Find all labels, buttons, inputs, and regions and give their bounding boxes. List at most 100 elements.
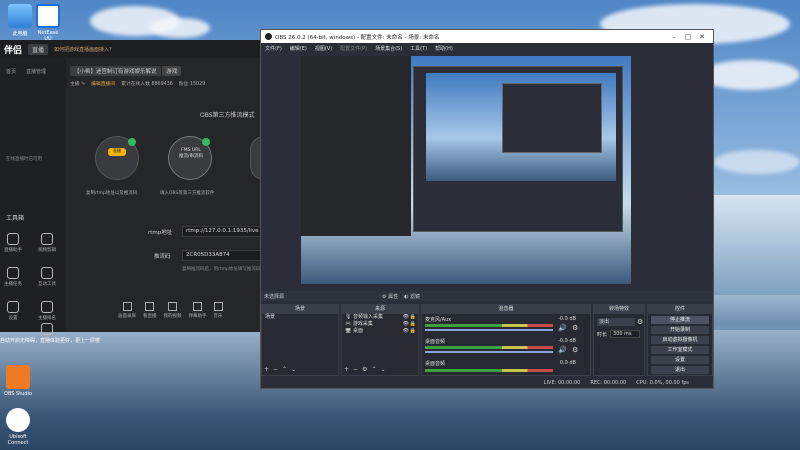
footer-action-record[interactable]: 画面录屏 [118, 302, 136, 319]
desktop-icon-ubisoft[interactable]: Ubisoft Connect [0, 408, 36, 446]
rtmp-field[interactable]: rtmp://127.0.0.1:1935/live [182, 226, 264, 237]
virtual-camera-button[interactable]: 启动虚拟摄像机 [651, 336, 709, 344]
eye-icon[interactable]: 👁 [403, 321, 409, 328]
gear-icon[interactable]: ⚙ [572, 324, 578, 332]
properties-label: 属性 [388, 293, 399, 300]
filters-button[interactable]: ◐ 滤镜 [404, 293, 420, 300]
copy-hint: 复制推流码后，到rtmp地址填写推流码，下方... [182, 267, 264, 272]
scenes-header: 场景 [262, 305, 338, 314]
sidebar-item-assistant[interactable]: 直播助手 [3, 233, 23, 253]
down-icon[interactable]: ⌄ [380, 366, 385, 373]
eye-icon[interactable]: 👁 [403, 314, 409, 321]
footer-action-watch[interactable]: 看直播 [143, 302, 157, 319]
check-icon [202, 138, 210, 146]
lock-icon[interactable]: 🔒 [410, 314, 416, 321]
transition-select[interactable]: 淡出 [597, 318, 635, 326]
step-one-badge: 直播 [108, 148, 126, 156]
room-badge[interactable]: 游戏 [162, 66, 182, 76]
mic-icon: 🎙 [345, 314, 353, 320]
preview-canvas[interactable] [301, 56, 631, 284]
volume-slider[interactable] [425, 351, 553, 353]
rtmp-label: rtmp地址 [148, 230, 173, 236]
footer-action-music[interactable]: 音乐 [213, 302, 223, 319]
preview-nested-app [301, 56, 411, 236]
record-icon [122, 302, 132, 311]
menu-view[interactable]: 视图(V) [315, 45, 332, 52]
gear-icon[interactable]: ⚙ [362, 366, 367, 373]
scene-item[interactable]: 场景 [262, 314, 338, 321]
sidebar-item-prompter[interactable] [37, 323, 57, 337]
studio-mode-button[interactable]: 工作室模式 [651, 346, 709, 354]
down-icon[interactable]: ⌄ [291, 366, 296, 373]
menu-profile[interactable]: 配置文件(P) [340, 45, 367, 52]
lock-icon[interactable]: 🔒 [410, 321, 416, 328]
gear-icon[interactable]: ⚙ [637, 318, 643, 326]
nav-label: 视频剪辑 [38, 248, 56, 253]
check-icon [128, 138, 136, 146]
volume-meter [425, 324, 553, 327]
sidebar-item-tasks[interactable]: 主播任务 [3, 267, 23, 287]
menu-help[interactable]: 帮助(H) [435, 45, 453, 52]
desktop-icon-uu[interactable]: NetEase UU [30, 4, 66, 42]
remove-icon[interactable]: − [273, 366, 278, 373]
sidebar-item-video[interactable]: 视频剪辑 [37, 233, 57, 253]
controls-dock: 控件 停止推流 开始录制 启动虚拟摄像机 工作室模式 设置 退出 [647, 304, 713, 376]
tab-manage[interactable]: 直播管理 [26, 68, 46, 75]
add-icon[interactable]: + [264, 366, 269, 373]
start-recording-button[interactable]: 开始录制 [651, 326, 709, 334]
exit-button[interactable]: 退出 [651, 366, 709, 374]
menu-tools[interactable]: 工具(T) [410, 45, 427, 52]
lock-icon[interactable]: 🔒 [410, 328, 416, 335]
nav-label: 设置 [8, 316, 18, 321]
sidebar-item-settings[interactable]: 设置 [3, 301, 23, 321]
room-title: 【小希】迷宫制订有游戏娱乐解说 [70, 66, 161, 76]
properties-button[interactable]: ⚙ 属性 [382, 293, 398, 300]
close-icon[interactable]: ✕ [695, 33, 709, 41]
source-item[interactable]: 🖥 桌面 👁 🔒 [342, 328, 418, 335]
speaker-icon[interactable]: 🔊 [558, 346, 567, 354]
settings-button[interactable]: 设置 [651, 356, 709, 364]
up-icon[interactable]: ⌃ [282, 366, 287, 373]
scenes-dock: 场景 场景 + − ⌃ ⌄ [261, 304, 339, 376]
source-item[interactable]: 🎙 音频输入采集 👁 🔒 [342, 314, 418, 321]
gear-icon[interactable]: ⚙ [572, 346, 578, 354]
stop-streaming-button[interactable]: 停止推流 [651, 316, 709, 324]
footer-action-videos[interactable]: 我的视频 [164, 302, 182, 319]
danmaku-icon [193, 302, 202, 311]
monitor-icon: 🖥 [345, 328, 353, 334]
video-icon [41, 233, 53, 245]
up-icon[interactable]: ⌃ [371, 366, 376, 373]
source-item[interactable]: 🎮 游戏采集 👁 🔒 [342, 321, 418, 328]
source-label: 音频输入采集 [352, 314, 383, 320]
speaker-icon[interactable]: 🔊 [558, 324, 567, 332]
sidebar-item-ranking[interactable]: 主播排名 [37, 301, 57, 321]
sidebar-item-interact[interactable]: 互动工具 [37, 267, 57, 287]
mixer-header: 混音器 [422, 305, 590, 314]
remove-icon[interactable]: − [353, 366, 358, 373]
add-icon[interactable]: + [344, 366, 349, 373]
maximize-icon[interactable]: □ [681, 33, 695, 41]
menu-edit[interactable]: 编辑(E) [290, 45, 307, 52]
live-tag[interactable]: 直播 [28, 43, 49, 55]
menu-scene-collection[interactable]: 场景集合(S) [375, 45, 402, 52]
eye-icon[interactable]: 👁 [403, 328, 409, 335]
footer-action-danmaku[interactable]: 弹幕助手 [189, 302, 207, 319]
live-status: LIVE: 00:00:00 [543, 380, 581, 386]
nav-label: 主播任务 [4, 282, 22, 287]
prompter-icon [41, 323, 53, 335]
duration-input[interactable]: 300 ms [610, 330, 641, 338]
channel-name: 桌面音频 [425, 361, 446, 367]
menu-file[interactable]: 文件(F) [265, 45, 282, 52]
volume-slider[interactable] [425, 329, 553, 331]
help-link[interactable]: 如何把游戏直播画面接入？ [54, 46, 114, 53]
room-info[interactable]: 编辑直播间 [91, 80, 115, 87]
stream-app-window: 伴侣 直播 如何把游戏直播画面接入？ 首页 直播管理 在线直播时已可用 工具箱 … [0, 40, 264, 344]
uu-app-icon [36, 4, 60, 28]
channel-name: 麦克风/Aux [425, 317, 452, 323]
tab-home[interactable]: 首页 [6, 68, 16, 75]
action-label: 我的视频 [163, 314, 182, 319]
room-info[interactable]: 主播 ✎ [70, 80, 85, 87]
minimize-icon[interactable]: – [667, 33, 681, 41]
stream-key-field[interactable]: 2CR05D33A874 [182, 250, 264, 261]
desktop-icon-obs[interactable]: OBS Studio [0, 365, 36, 397]
